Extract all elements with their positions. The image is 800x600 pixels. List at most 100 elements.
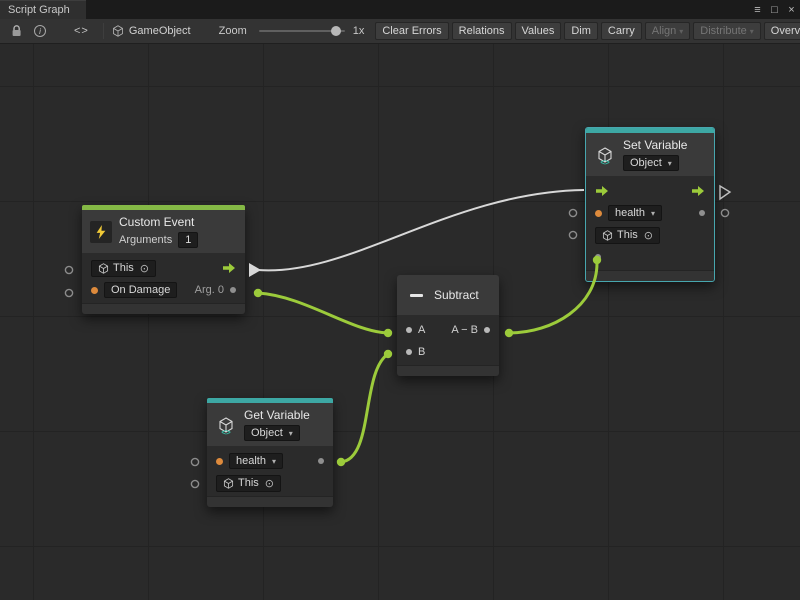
arguments-label: Arguments (119, 234, 172, 246)
node-custom-event[interactable]: Custom Event Arguments 1 This ⊙ (82, 205, 245, 314)
toolbar-separator (103, 23, 104, 39)
chevron-down-icon: ▾ (272, 457, 276, 466)
variable-name-port[interactable] (595, 210, 602, 217)
dim-button[interactable]: Dim (564, 22, 598, 40)
flow-continuation-triangle-icon[interactable] (720, 186, 730, 199)
carry-button[interactable]: Carry (601, 22, 642, 40)
cube-icon (223, 478, 234, 489)
tab-bar-spacer (86, 0, 749, 19)
event-name-value: On Damage (111, 284, 170, 296)
wire-flow-customevent-to-setvariable[interactable] (258, 190, 584, 270)
wire-endpoint-dot (337, 458, 345, 466)
node-subtract[interactable]: Subtract A A − B B (397, 275, 499, 376)
target-value: This (238, 477, 259, 489)
variable-name-dropdown[interactable]: health ▾ (608, 205, 662, 221)
lock-icon[interactable] (6, 21, 26, 41)
subtract-header: Subtract (397, 275, 499, 315)
arg0-output-port[interactable] (230, 287, 236, 293)
flow-input-port[interactable] (595, 185, 609, 197)
result-output-port[interactable] (484, 327, 490, 333)
object-picker-icon[interactable]: ⊙ (265, 477, 274, 490)
target-field[interactable]: This ⊙ (91, 260, 156, 277)
wire-value-subtract-to-setvariable[interactable] (509, 263, 597, 333)
window-close-icon[interactable]: × (783, 0, 800, 19)
distribute-button[interactable]: Distribute▾ (693, 22, 760, 40)
value-output-port[interactable] (699, 210, 705, 216)
input-b-port[interactable] (406, 349, 412, 355)
event-name-field[interactable]: On Damage (104, 282, 177, 298)
wire-value-arg0-to-subtract-a[interactable] (258, 293, 388, 333)
window-menu-icon[interactable]: ≡ (749, 0, 766, 19)
object-picker-icon[interactable]: ⊙ (644, 229, 653, 242)
port-ring[interactable] (569, 231, 576, 238)
wire-value-getvariable-to-subtract-b[interactable] (341, 354, 388, 462)
graph-toolbar: i <> GameObject Zoom 1x Clear Errors Rel… (0, 19, 800, 44)
port-ring[interactable] (191, 480, 198, 487)
variable-scope-dropdown[interactable]: Object ▾ (244, 425, 300, 441)
flow-output-port[interactable] (691, 185, 705, 197)
chevron-down-icon: ▾ (679, 27, 683, 36)
lightning-icon (90, 221, 112, 243)
value-input-port[interactable] (595, 254, 601, 260)
node-title: Set Variable (623, 138, 687, 152)
set-variable-body: health ▾ This ⊙ (586, 176, 714, 270)
unity-script-graph-window: Script Graph ≡ □ × i <> GameObject Zoom … (0, 0, 800, 600)
node-title: Subtract (434, 288, 479, 302)
align-button[interactable]: Align▾ (645, 22, 690, 40)
variable-scope-dropdown[interactable]: Object ▾ (623, 155, 679, 171)
info-icon[interactable]: i (30, 21, 50, 41)
chevron-down-icon: ▾ (289, 429, 293, 438)
port-ring[interactable] (191, 458, 198, 465)
window-maximize-icon[interactable]: □ (766, 0, 783, 19)
port-ring[interactable] (569, 209, 576, 216)
code-view-icon[interactable]: <> (74, 25, 89, 37)
variable-name-port[interactable] (216, 458, 223, 465)
overview-button[interactable]: Overv (764, 22, 800, 40)
target-field[interactable]: This ⊙ (216, 475, 281, 492)
input-a-port[interactable] (406, 327, 412, 333)
input-a-row: A A − B (397, 319, 499, 341)
gameobject-cube-icon (112, 25, 124, 37)
node-footer (207, 496, 333, 507)
gameobject-label: GameObject (129, 25, 191, 37)
gameobject-selector[interactable]: GameObject (112, 25, 191, 37)
custom-event-body: This ⊙ On Damage Arg. 0 (82, 253, 245, 303)
chevron-down-icon: ▾ (750, 27, 754, 36)
zoom-slider-handle[interactable] (331, 26, 341, 36)
flow-row (586, 180, 714, 202)
variable-name-dropdown[interactable]: health ▾ (229, 453, 283, 469)
zoom-slider[interactable] (259, 30, 345, 32)
target-row: This ⊙ (586, 224, 714, 246)
graph-canvas[interactable]: Custom Event Arguments 1 This ⊙ (0, 44, 800, 600)
target-field[interactable]: This ⊙ (595, 227, 660, 244)
input-b-row: B (397, 341, 499, 363)
flow-wire-arrowhead (249, 263, 261, 277)
chevron-down-icon: ▾ (651, 209, 655, 218)
tab-script-graph[interactable]: Script Graph (0, 0, 86, 19)
flow-output-port[interactable] (222, 262, 236, 274)
zoom-value: 1x (353, 25, 365, 37)
node-get-variable[interactable]: <> Get Variable Object ▾ healt (207, 398, 333, 507)
value-input-row (586, 246, 714, 268)
object-picker-icon[interactable]: ⊙ (140, 262, 149, 275)
node-set-variable[interactable]: <> Set Variable Object ▾ (585, 127, 715, 282)
port-ring[interactable] (65, 266, 72, 273)
wire-endpoint-dot (384, 329, 392, 337)
values-button[interactable]: Values (515, 22, 562, 40)
minus-icon (405, 284, 427, 306)
port-ring[interactable] (721, 209, 728, 216)
port-ring[interactable] (65, 289, 72, 296)
set-variable-header: <> Set Variable Object ▾ (586, 133, 714, 176)
tab-label: Script Graph (8, 4, 70, 16)
target-value: This (113, 262, 134, 274)
node-footer (586, 270, 714, 281)
value-output-port[interactable] (318, 458, 324, 464)
target-row: This ⊙ (82, 257, 245, 279)
event-name-port[interactable] (91, 287, 98, 294)
clear-errors-button[interactable]: Clear Errors (375, 22, 448, 40)
arguments-input[interactable]: 1 (178, 232, 198, 248)
relations-button[interactable]: Relations (452, 22, 512, 40)
wire-endpoint-dot (254, 289, 262, 297)
target-value: This (617, 229, 638, 241)
variable-name-row: health ▾ (207, 450, 333, 472)
